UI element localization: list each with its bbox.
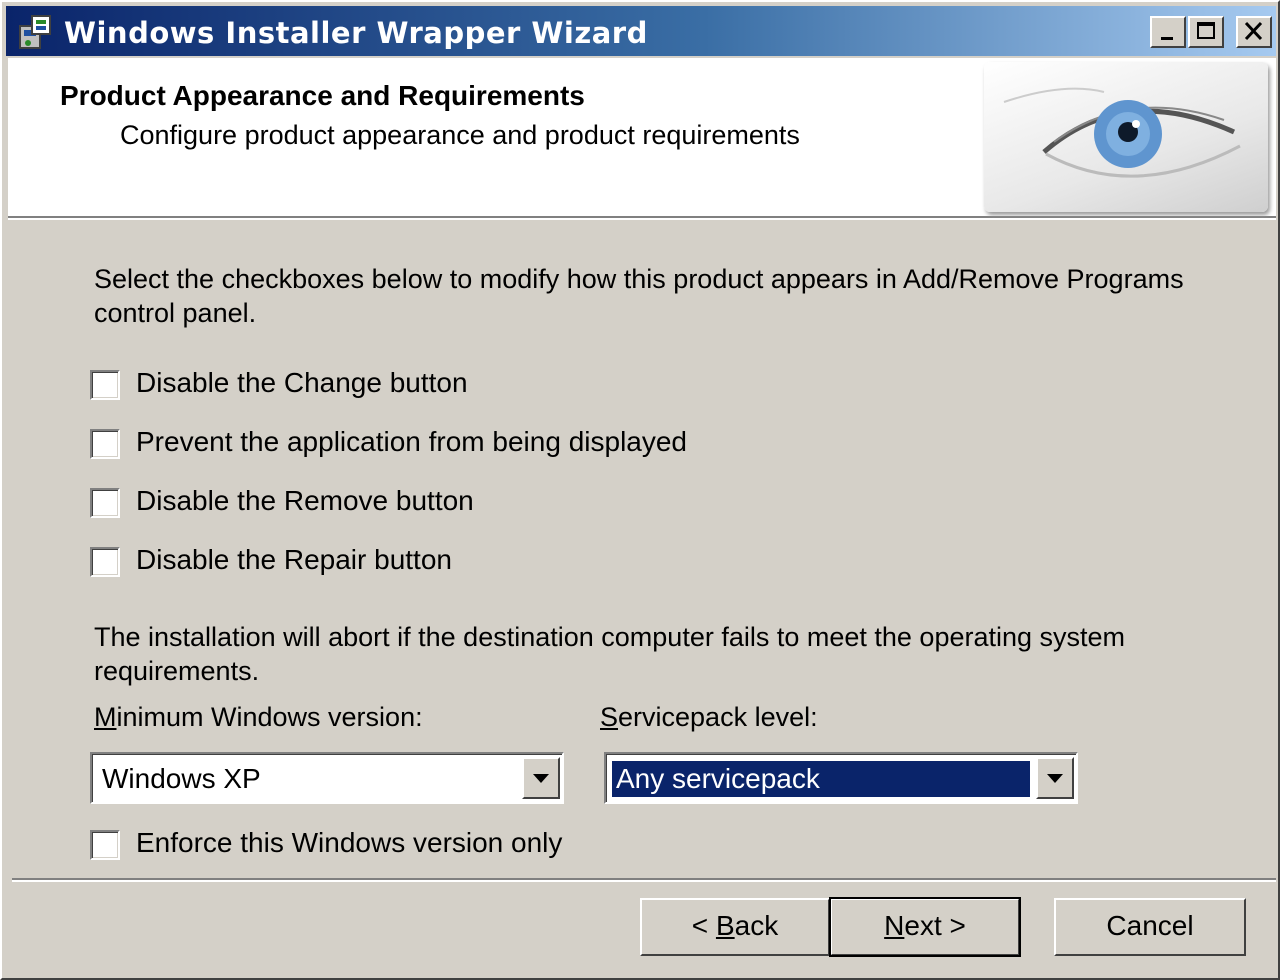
requirements-text: The installation will abort if the desti…	[94, 622, 1126, 686]
wizard-header: Product Appearance and Requirements Conf…	[8, 58, 1276, 218]
page-subtitle: Configure product appearance and product…	[120, 120, 800, 150]
page-title: Product Appearance and Requirements	[60, 80, 585, 111]
window-title: Windows Installer Wrapper Wizard	[64, 16, 648, 50]
checkbox-label[interactable]: Disable the Remove button	[136, 485, 474, 517]
min-windows-version-select[interactable]: Windows XP	[90, 752, 564, 804]
close-icon	[1244, 21, 1263, 41]
chevron-down-icon	[1047, 774, 1063, 783]
servicepack-level-select[interactable]: Any servicepack	[604, 752, 1078, 804]
checkbox-box[interactable]	[90, 830, 120, 860]
back-button[interactable]: < Back	[640, 898, 830, 956]
select-value: Any servicepack	[611, 760, 1031, 798]
dropdown-button[interactable]	[1036, 757, 1074, 799]
wizard-window: Windows Installer Wrapper Wizard Product…	[0, 0, 1280, 980]
checkbox-label[interactable]: Prevent the application from being displ…	[136, 426, 687, 458]
title-bar[interactable]: Windows Installer Wrapper Wizard	[6, 6, 1276, 56]
maximize-icon	[1197, 22, 1215, 39]
next-button[interactable]: Next >	[829, 897, 1021, 957]
checkbox-box[interactable]	[90, 370, 120, 400]
checkbox-label[interactable]: Enforce this Windows version only	[136, 827, 562, 859]
maximize-button[interactable]	[1188, 16, 1224, 48]
checkbox-box[interactable]	[90, 547, 120, 577]
eye-graphic-icon	[984, 62, 1268, 212]
minimize-icon	[1161, 37, 1173, 40]
checkbox-label[interactable]: Disable the Change button	[136, 367, 468, 399]
appearance-instructions: Select the checkboxes below to modify ho…	[94, 264, 1184, 328]
servicepack-label: Servicepack level:	[600, 702, 818, 732]
select-value: Windows XP	[102, 763, 261, 794]
button-separator-highlight	[12, 880, 1276, 882]
checkbox-box[interactable]	[90, 429, 120, 459]
checkbox-box[interactable]	[90, 488, 120, 518]
header-divider	[8, 218, 1276, 220]
dropdown-button[interactable]	[522, 757, 560, 799]
installer-app-icon	[16, 14, 54, 50]
checkbox-label[interactable]: Disable the Repair button	[136, 544, 452, 576]
close-button[interactable]	[1236, 16, 1272, 48]
chevron-down-icon	[533, 774, 549, 783]
minimize-button[interactable]	[1150, 16, 1186, 48]
min-version-label: Minimum Windows version:	[94, 702, 423, 732]
cancel-button[interactable]: Cancel	[1054, 898, 1246, 956]
